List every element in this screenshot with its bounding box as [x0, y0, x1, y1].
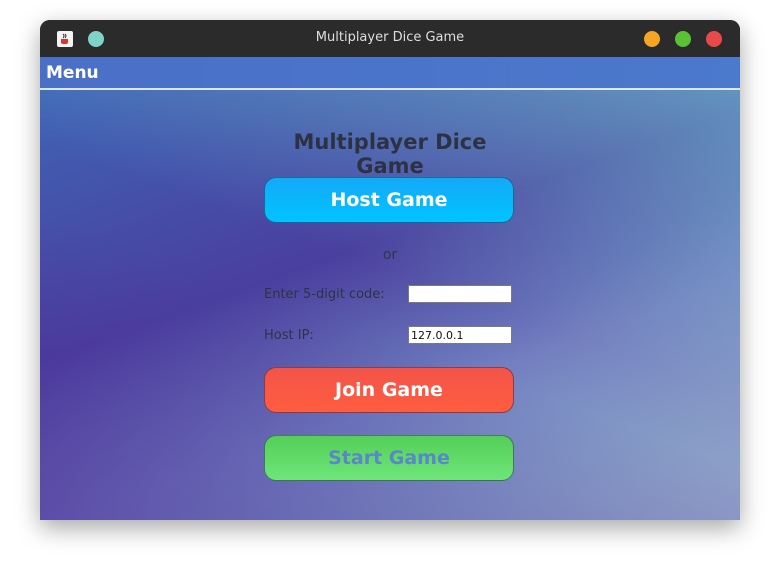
host-ip-label: Host IP:: [264, 328, 314, 343]
join-game-button[interactable]: Join Game: [264, 367, 514, 413]
window-title: Multiplayer Dice Game: [315, 30, 465, 45]
close-button[interactable]: [706, 31, 722, 47]
menu-item-menu[interactable]: Menu: [46, 63, 99, 83]
minimize-button[interactable]: [644, 31, 660, 47]
game-panel: Multiplayer Dice Game Host Game or Enter…: [264, 90, 516, 520]
app-window: Multiplayer Dice Game Menu Multiplayer D…: [40, 20, 740, 520]
or-separator: or: [382, 247, 398, 263]
host-game-button[interactable]: Host Game: [264, 177, 514, 223]
menu-bar: Menu: [40, 57, 740, 90]
title-bar[interactable]: Multiplayer Dice Game: [40, 20, 740, 57]
page-title: Multiplayer Dice Game: [293, 130, 487, 178]
code-label: Enter 5-digit code:: [264, 287, 385, 302]
start-game-button[interactable]: Start Game: [264, 435, 514, 481]
main-content: Multiplayer Dice Game Host Game or Enter…: [40, 90, 740, 520]
host-ip-input[interactable]: [408, 326, 512, 344]
maximize-button[interactable]: [675, 31, 691, 47]
code-input[interactable]: [408, 285, 512, 303]
